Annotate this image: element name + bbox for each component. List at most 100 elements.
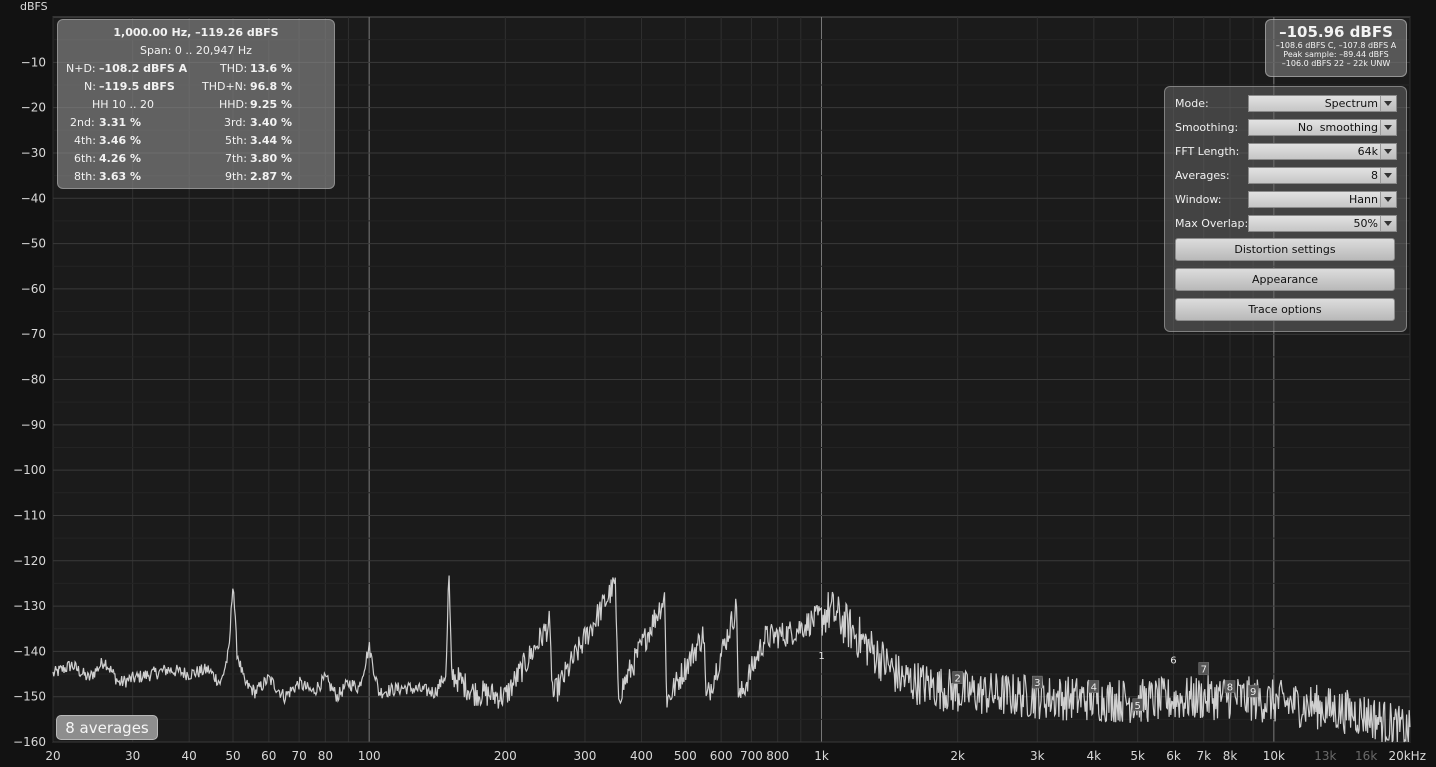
- h9-label: 9th:: [225, 170, 247, 183]
- level-readout: –105.96 dBFS –108.6 dBFS C, –107.8 dBFS …: [1265, 19, 1407, 77]
- y-tick-label: −160: [13, 735, 46, 749]
- chevron-down-icon[interactable]: [1380, 192, 1396, 207]
- x-tick-label: 16k: [1355, 749, 1377, 763]
- smoothing-row: Smoothing: No smoothing: [1175, 119, 1397, 137]
- nd-value: –108.2 dBFS A: [99, 62, 188, 75]
- fft-length-value: 64k: [1357, 145, 1378, 158]
- harmonic-marker-label: 8: [1227, 683, 1233, 694]
- x-tick-label: 300: [574, 749, 597, 763]
- x-tick-label: 10k: [1263, 749, 1285, 763]
- y-tick-label: −50: [21, 237, 46, 251]
- x-tick-label: 4k: [1087, 749, 1102, 763]
- nd-label: N+D:: [66, 62, 96, 75]
- x-tick-label: 400: [630, 749, 653, 763]
- x-tick-label: 200: [494, 749, 517, 763]
- y-tick-label: −140: [13, 644, 46, 658]
- x-tick-label: 3k: [1030, 749, 1045, 763]
- chevron-down-icon[interactable]: [1380, 168, 1396, 183]
- y-tick-label: −40: [21, 191, 46, 205]
- averages-label: Averages:: [1175, 169, 1230, 182]
- fft-row: FFT Length: 64k: [1175, 143, 1397, 161]
- harmonic-marker-label: 1: [818, 651, 824, 662]
- max-overlap-label: Max Overlap:: [1175, 217, 1249, 230]
- h3-label: 3rd:: [224, 116, 247, 129]
- hh-label: HH 10 .. 20: [92, 98, 155, 111]
- window-row: Window: Hann: [1175, 191, 1397, 209]
- h6-value: 4.26 %: [99, 152, 141, 165]
- x-tick-label: 20kHz: [1388, 749, 1426, 763]
- mode-row: Mode: Spectrum: [1175, 95, 1397, 113]
- x-tick-label: 600: [710, 749, 733, 763]
- y-tick-label: −110: [13, 508, 46, 522]
- h7-label: 7th:: [225, 152, 247, 165]
- harmonic-marker-label: 9: [1250, 687, 1256, 698]
- window-label: Window:: [1175, 193, 1222, 206]
- y-tick-label: −10: [21, 55, 46, 69]
- hhd-value: 9.25 %: [250, 98, 292, 111]
- x-tick-label: 800: [766, 749, 789, 763]
- y-tick-label: −90: [21, 418, 46, 432]
- mode-select[interactable]: Spectrum: [1248, 95, 1397, 112]
- chevron-down-icon[interactable]: [1380, 120, 1396, 135]
- mode-value: Spectrum: [1324, 97, 1378, 110]
- trace-options-button[interactable]: Trace options: [1175, 298, 1395, 321]
- h5-value: 3.44 %: [250, 134, 292, 147]
- x-tick-label: 50: [225, 749, 240, 763]
- x-tick-label: 80: [318, 749, 333, 763]
- y-tick-label: −120: [13, 554, 46, 568]
- appearance-button[interactable]: Appearance: [1175, 268, 1395, 291]
- chevron-down-icon[interactable]: [1380, 144, 1396, 159]
- averages-select[interactable]: 8: [1248, 167, 1397, 184]
- x-tick-label: 700: [740, 749, 763, 763]
- n-label: N:: [84, 80, 96, 93]
- x-tick-label: 7k: [1196, 749, 1211, 763]
- smoothing-label: Smoothing:: [1175, 121, 1239, 134]
- window-value: Hann: [1349, 193, 1378, 206]
- thd-label: THD:: [220, 62, 248, 75]
- chevron-down-icon[interactable]: [1380, 216, 1396, 231]
- harmonic-marker-label: 6: [1170, 655, 1176, 666]
- fft-length-select[interactable]: 64k: [1248, 143, 1397, 160]
- level-unweighted: –106.0 dBFS 22 – 22k UNW: [1281, 59, 1391, 68]
- max-overlap-select[interactable]: 50%: [1248, 215, 1397, 232]
- thdn-label: THD+N:: [202, 80, 247, 93]
- y-tick-label: −20: [21, 101, 46, 115]
- x-tick-label: 70: [291, 749, 306, 763]
- measurement-readout: 1,000.00 Hz, –119.26 dBFS Span: 0 .. 20,…: [57, 19, 335, 189]
- h7-value: 3.80 %: [250, 152, 292, 165]
- h8-label: 8th:: [74, 170, 96, 183]
- x-tick-label: 40: [182, 749, 197, 763]
- y-tick-label: −100: [13, 463, 46, 477]
- chevron-down-icon[interactable]: [1380, 96, 1396, 111]
- y-tick-label: −30: [21, 146, 46, 160]
- level-weighted: –108.6 dBFS C, –107.8 dBFS A: [1275, 41, 1397, 50]
- h4-value: 3.46 %: [99, 134, 141, 147]
- x-tick-label: 13k: [1314, 749, 1336, 763]
- x-tick-label: 100: [358, 749, 381, 763]
- y-tick-label: −80: [21, 373, 46, 387]
- x-tick-label: 500: [674, 749, 697, 763]
- h4-label: 4th:: [74, 134, 96, 147]
- max-overlap-value: 50%: [1353, 217, 1378, 230]
- h5-label: 5th:: [225, 134, 247, 147]
- x-tick-label: 8k: [1223, 749, 1238, 763]
- overlap-row: Max Overlap: 50%: [1175, 215, 1397, 233]
- thd-value: 13.6 %: [250, 62, 292, 75]
- hhd-label: HHD:: [219, 98, 248, 111]
- fft-length-label: FFT Length:: [1175, 145, 1240, 158]
- harmonic-marker-label: 5: [1134, 701, 1140, 712]
- window-select[interactable]: Hann: [1248, 191, 1397, 208]
- x-tick-label: 30: [125, 749, 140, 763]
- smoothing-select[interactable]: No smoothing: [1248, 119, 1397, 136]
- harmonic-marker-label: 4: [1091, 683, 1097, 694]
- n-value: –119.5 dBFS: [99, 80, 175, 93]
- mode-label: Mode:: [1175, 97, 1209, 110]
- h9-value: 2.87 %: [250, 170, 292, 183]
- distortion-settings-button[interactable]: Distortion settings: [1175, 238, 1395, 261]
- harmonic-marker-label: 3: [1034, 678, 1040, 689]
- h3-value: 3.40 %: [250, 116, 292, 129]
- h2-value: 3.31 %: [99, 116, 141, 129]
- x-tick-label: 1k: [814, 749, 829, 763]
- harmonic-marker-label: 2: [954, 674, 960, 685]
- settings-panel: Mode: Spectrum Smoothing: No smoothing F…: [1164, 86, 1407, 332]
